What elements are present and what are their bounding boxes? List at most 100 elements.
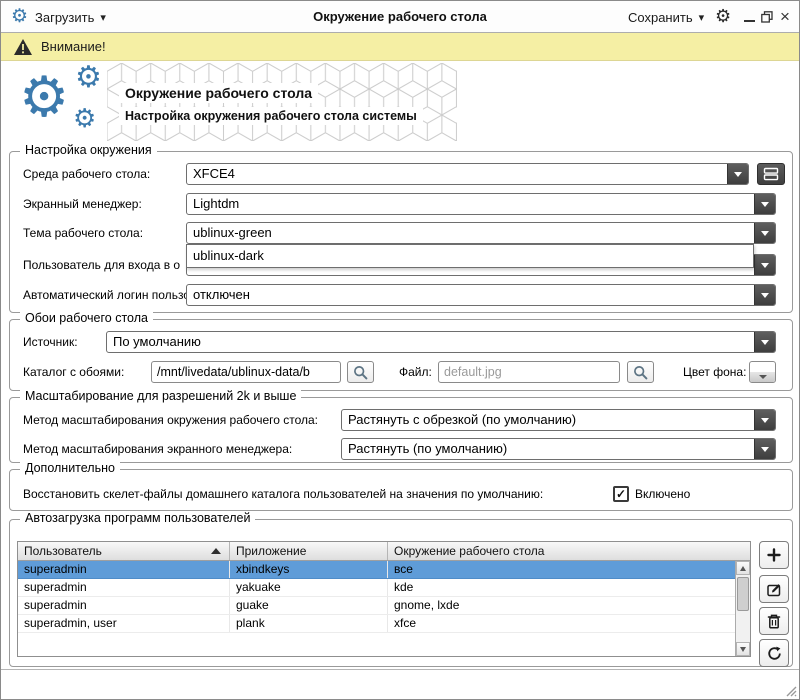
desktop-scaling-select[interactable]: Растянуть с обрезкой (по умолчанию) bbox=[341, 409, 776, 431]
delete-row-button[interactable] bbox=[759, 607, 789, 635]
refresh-button[interactable] bbox=[759, 639, 789, 667]
bg-color-label: Цвет фона: bbox=[683, 361, 746, 383]
wallpaper-source-select[interactable]: По умолчанию bbox=[106, 331, 776, 353]
wallpaper-source-label: Источник: bbox=[23, 331, 78, 353]
group-title: Масштабирование для разрешений 2k и выше bbox=[20, 389, 301, 403]
dm-scaling-select[interactable]: Растянуть (по умолчанию) bbox=[341, 438, 776, 460]
table-row[interactable]: superadmin, user plank xfce bbox=[18, 615, 750, 633]
table-row[interactable]: superadmin xbindkeys все bbox=[18, 561, 750, 579]
auto-login-value: отключен bbox=[187, 285, 754, 305]
save-button[interactable]: Сохранить ▾ bbox=[628, 7, 704, 27]
desktop-env-label: Среда рабочего стола: bbox=[23, 163, 150, 185]
trash-icon bbox=[766, 613, 782, 630]
edit-row-button[interactable] bbox=[759, 575, 789, 603]
column-header-label: Окружение рабочего стола bbox=[394, 544, 544, 558]
scroll-up-button[interactable] bbox=[736, 561, 750, 575]
cell-env: все bbox=[388, 561, 750, 578]
checkbox-checked-icon: ✓ bbox=[616, 487, 626, 501]
wallpaper-dir-input[interactable] bbox=[151, 361, 341, 383]
column-header-user[interactable]: Пользователь bbox=[18, 542, 230, 560]
group-title: Настройка окружения bbox=[20, 143, 157, 157]
save-button-label: Сохранить bbox=[628, 10, 693, 25]
minimize-button[interactable] bbox=[741, 8, 757, 26]
wallpaper-source-value: По умолчанию bbox=[107, 332, 754, 352]
cell-user: superadmin bbox=[18, 597, 230, 614]
chevron-down-icon bbox=[754, 332, 775, 352]
group-title: Обои рабочего стола bbox=[20, 311, 153, 325]
group-title: Автозагрузка программ пользователей bbox=[20, 511, 255, 525]
plus-icon bbox=[766, 547, 782, 563]
bg-color-picker[interactable] bbox=[749, 361, 776, 383]
column-header-label: Пользователь bbox=[24, 544, 102, 558]
skeleton-label: Восстановить скелет-файлы домашнего ката… bbox=[23, 483, 543, 505]
minimize-icon bbox=[744, 20, 755, 22]
theme-dropdown-list: ublinux-dark bbox=[186, 244, 754, 268]
skeleton-state-label: Включено bbox=[635, 483, 690, 505]
wallpaper-file-label: Файл: bbox=[399, 361, 432, 383]
table-row[interactable]: superadmin yakuake kde bbox=[18, 579, 750, 597]
wallpaper-file-browse-button[interactable] bbox=[627, 361, 654, 383]
page-subtitle: Настройка окружения рабочего стола систе… bbox=[119, 107, 423, 125]
list-icon bbox=[762, 166, 780, 182]
edit-icon bbox=[766, 581, 783, 598]
theme-option[interactable]: ublinux-dark bbox=[187, 245, 753, 267]
warning-text: Внимание! bbox=[41, 33, 106, 61]
resize-grip[interactable] bbox=[784, 684, 797, 697]
scrollbar-thumb[interactable] bbox=[737, 577, 749, 611]
table-scrollbar[interactable] bbox=[735, 561, 750, 656]
maximize-icon bbox=[761, 11, 773, 23]
skeleton-checkbox[interactable]: ✓ bbox=[613, 486, 629, 502]
wallpaper-dir-browse-button[interactable] bbox=[347, 361, 374, 383]
app-gear-icon: ⚙ bbox=[11, 5, 28, 28]
table-header: Пользователь Приложение Окружение рабоче… bbox=[18, 542, 750, 561]
titlebar: ⚙ Загрузить ▾ Окружение рабочего стола С… bbox=[1, 1, 799, 33]
desktop-env-extra-button[interactable] bbox=[757, 163, 785, 185]
cell-app: xbindkeys bbox=[230, 561, 388, 578]
load-button[interactable]: Загрузить ▾ bbox=[35, 7, 106, 27]
scroll-down-button[interactable] bbox=[736, 642, 750, 656]
gear-icon: ⚙ bbox=[75, 63, 102, 93]
group-title: Дополнительно bbox=[20, 461, 120, 475]
settings-gear-icon[interactable]: ⚙ bbox=[715, 6, 731, 27]
refresh-icon bbox=[766, 645, 783, 662]
chevron-down-icon: ▾ bbox=[100, 11, 106, 24]
autostart-table: Пользователь Приложение Окружение рабоче… bbox=[17, 541, 751, 657]
cell-user: superadmin bbox=[18, 579, 230, 596]
chevron-down-icon bbox=[754, 439, 775, 459]
gear-icon: ⚙ bbox=[19, 69, 69, 125]
chevron-down-icon bbox=[750, 372, 775, 382]
dm-scaling-value: Растянуть (по умолчанию) bbox=[342, 439, 754, 459]
theme-select[interactable]: ublinux-green bbox=[186, 222, 776, 244]
chevron-down-icon bbox=[754, 223, 775, 243]
table-row[interactable]: superadmin guake gnome, lxde bbox=[18, 597, 750, 615]
auto-login-select[interactable]: отключен bbox=[186, 284, 776, 306]
cell-app: guake bbox=[230, 597, 388, 614]
close-button[interactable]: × bbox=[777, 8, 793, 26]
close-icon: × bbox=[780, 9, 790, 25]
page-header: ⚙ ⚙ ⚙ Окружение рабочего стола Настройка… bbox=[1, 61, 799, 145]
warning-bar: Внимание! bbox=[1, 33, 799, 61]
column-header-env[interactable]: Окружение рабочего стола bbox=[388, 542, 750, 560]
login-user-label: Пользователь для входа в о bbox=[23, 254, 180, 276]
chevron-down-icon bbox=[754, 410, 775, 430]
search-icon bbox=[353, 365, 368, 380]
load-button-label: Загрузить bbox=[35, 10, 94, 25]
app-logo-gears-icon: ⚙ ⚙ ⚙ bbox=[17, 63, 117, 139]
app-window: ⚙ Загрузить ▾ Окружение рабочего стола С… bbox=[0, 0, 800, 700]
column-header-app[interactable]: Приложение bbox=[230, 542, 388, 560]
chevron-down-icon: ▾ bbox=[699, 11, 705, 24]
wallpaper-file-input[interactable] bbox=[438, 361, 620, 383]
maximize-button[interactable] bbox=[759, 8, 775, 26]
display-manager-label: Экранный менеджер: bbox=[23, 193, 142, 215]
add-row-button[interactable] bbox=[759, 541, 789, 569]
triangle-down-icon bbox=[740, 647, 746, 652]
cell-user: superadmin bbox=[18, 561, 230, 578]
desktop-env-value: XFCE4 bbox=[187, 164, 727, 184]
cell-env: kde bbox=[388, 579, 750, 596]
column-header-label: Приложение bbox=[236, 544, 306, 558]
theme-value: ublinux-green bbox=[187, 223, 754, 243]
triangle-up-icon bbox=[740, 566, 746, 571]
chevron-down-icon bbox=[754, 194, 775, 214]
display-manager-select[interactable]: Lightdm bbox=[186, 193, 776, 215]
desktop-env-select[interactable]: XFCE4 bbox=[186, 163, 749, 185]
